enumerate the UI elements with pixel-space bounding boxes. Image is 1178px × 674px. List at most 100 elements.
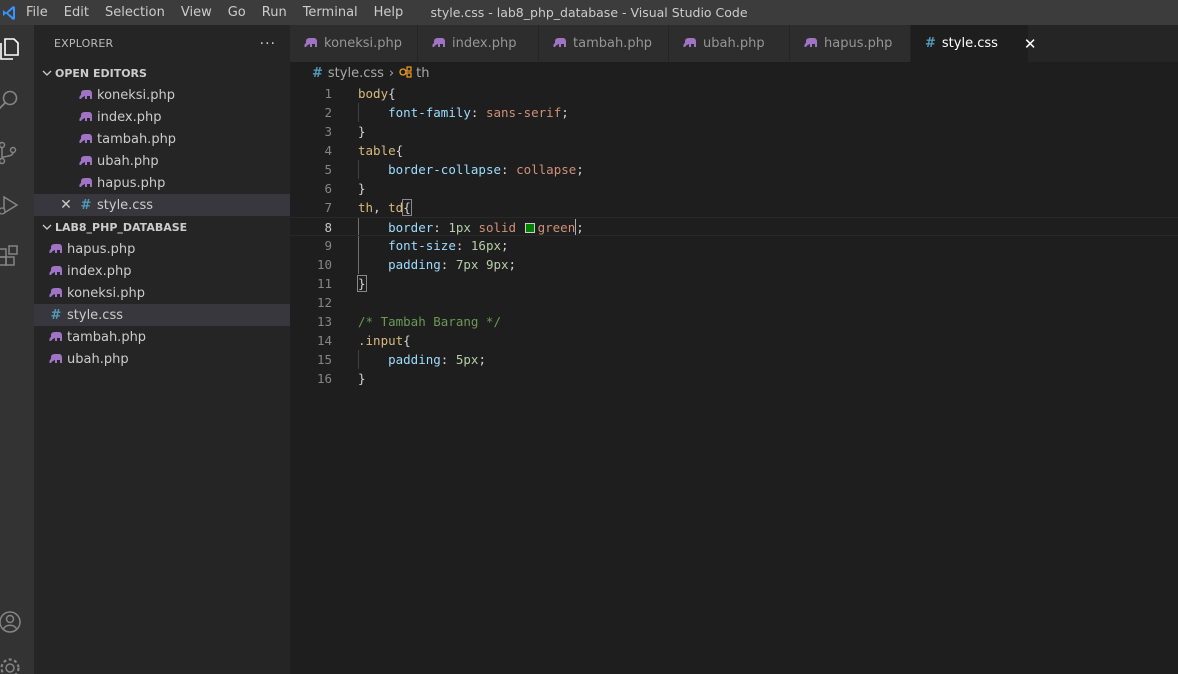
file-label: index.php xyxy=(67,263,132,279)
chevron-down-icon xyxy=(40,222,54,232)
more-actions-icon[interactable]: ··· xyxy=(260,36,276,52)
open-editor-label: index.php xyxy=(97,109,162,125)
code-line: 13/* Tambah Barang */ xyxy=(316,314,501,329)
open-editor-label: style.css xyxy=(97,197,153,213)
open-editor-item[interactable]: index.php xyxy=(34,106,290,128)
file-label: ubah.php xyxy=(67,351,129,367)
code-editor[interactable]: 1 body{ 2 font-family: sans-serif; 3} 4 ta… xyxy=(290,84,1178,674)
file-item[interactable]: koneksi.php xyxy=(34,282,290,304)
symbol-class-icon xyxy=(399,65,413,81)
code-line: 5 border-collapse: collapse; xyxy=(324,162,584,177)
menu-terminal[interactable]: Terminal xyxy=(295,0,366,25)
file-label: hapus.php xyxy=(67,241,136,257)
code-line: 14 .input{ xyxy=(316,333,411,348)
text-cursor xyxy=(575,219,577,235)
php-elephant-icon xyxy=(48,263,64,279)
open-editor-label: koneksi.php xyxy=(97,87,176,103)
css-hash-icon: # xyxy=(925,36,936,51)
close-icon[interactable]: ✕ xyxy=(58,197,74,213)
tab-ubah[interactable]: ubah.php xyxy=(669,25,790,62)
php-elephant-icon xyxy=(804,38,818,49)
menu-bar: File Edit Selection View Go Run Terminal… xyxy=(18,0,411,25)
project-section[interactable]: LAB8_PHP_DATABASE xyxy=(34,216,290,238)
account-icon[interactable] xyxy=(0,598,34,646)
menu-help[interactable]: Help xyxy=(366,0,412,25)
tab-style-css[interactable]: # style.css ✕ xyxy=(911,25,1036,62)
tab-label: index.php xyxy=(452,36,517,51)
file-label: tambah.php xyxy=(67,329,147,345)
open-editor-item-active[interactable]: ✕ # style.css xyxy=(34,194,290,216)
css-hash-icon: # xyxy=(50,307,62,323)
code-line: 1 body{ xyxy=(324,86,396,101)
open-editor-item[interactable]: ubah.php xyxy=(34,150,290,172)
search-icon[interactable] xyxy=(0,77,34,125)
file-item[interactable]: ubah.php xyxy=(34,348,290,370)
file-label: style.css xyxy=(67,307,123,323)
breadcrumb-file[interactable]: style.css xyxy=(328,66,384,81)
run-debug-icon[interactable] xyxy=(0,181,34,229)
color-swatch-green[interactable] xyxy=(524,223,535,233)
vscode-logo-icon xyxy=(0,0,18,25)
php-elephant-icon xyxy=(432,38,446,49)
explorer-header: EXPLORER ··· xyxy=(34,25,290,62)
menu-file[interactable]: File xyxy=(18,0,56,25)
code-line: 11} xyxy=(316,275,367,292)
extensions-icon[interactable] xyxy=(0,233,34,281)
file-item[interactable]: hapus.php xyxy=(34,238,290,260)
open-editor-label: hapus.php xyxy=(97,175,166,191)
breadcrumb-symbol[interactable]: th xyxy=(416,66,429,81)
php-elephant-icon xyxy=(48,241,64,257)
open-editor-item[interactable]: tambah.php xyxy=(34,128,290,150)
menu-run[interactable]: Run xyxy=(254,0,295,25)
php-elephant-icon xyxy=(78,153,94,169)
tab-index[interactable]: index.php xyxy=(418,25,539,62)
open-editor-label: ubah.php xyxy=(97,153,159,169)
code-line: 12 xyxy=(316,295,332,310)
tab-hapus[interactable]: hapus.php xyxy=(790,25,911,62)
php-elephant-icon xyxy=(78,109,94,125)
explorer-title: EXPLORER xyxy=(54,37,114,50)
activity-bar xyxy=(0,25,34,674)
php-elephant-icon xyxy=(78,131,94,147)
php-elephant-icon xyxy=(78,175,94,191)
code-line: 9 font-size: 16px; xyxy=(324,238,509,253)
php-elephant-icon xyxy=(48,285,64,301)
files-icon[interactable] xyxy=(0,25,34,73)
settings-gear-icon[interactable] xyxy=(0,647,34,674)
php-elephant-icon xyxy=(683,38,697,49)
tab-label: koneksi.php xyxy=(324,36,403,51)
source-control-icon[interactable] xyxy=(0,129,34,177)
explorer-sidebar: EXPLORER ··· OPEN EDITORS koneksi.php in… xyxy=(34,25,290,674)
breadcrumb: # style.css › th xyxy=(290,62,1178,84)
code-line: 10 padding: 7px 9px; xyxy=(316,257,517,272)
tab-label: hapus.php xyxy=(824,36,893,51)
open-editor-item[interactable]: koneksi.php xyxy=(34,84,290,106)
file-item[interactable]: tambah.php xyxy=(34,326,290,348)
code-line: 7 th, td{ xyxy=(324,199,412,216)
file-item[interactable]: index.php xyxy=(34,260,290,282)
menu-view[interactable]: View xyxy=(173,0,220,25)
title-bar: File Edit Selection View Go Run Terminal… xyxy=(0,0,1178,25)
menu-go[interactable]: Go xyxy=(220,0,254,25)
code-line: 3} xyxy=(324,124,366,139)
menu-edit[interactable]: Edit xyxy=(56,0,97,25)
php-elephant-icon xyxy=(48,329,64,345)
code-line: 15 padding: 5px; xyxy=(316,352,486,367)
open-editor-item[interactable]: hapus.php xyxy=(34,172,290,194)
code-line: 4 table{ xyxy=(324,143,404,158)
file-label: koneksi.php xyxy=(67,285,146,301)
menu-selection[interactable]: Selection xyxy=(97,0,173,25)
close-tab-icon[interactable]: ✕ xyxy=(1024,35,1037,53)
tab-tambah[interactable]: tambah.php xyxy=(539,25,669,62)
code-line: 6} xyxy=(324,181,366,196)
open-editor-label: tambah.php xyxy=(97,131,177,147)
css-hash-icon: # xyxy=(80,197,92,213)
php-elephant-icon xyxy=(304,38,318,49)
code-line: 2 font-family: sans-serif; xyxy=(324,105,569,120)
editor-tabs: koneksi.php index.php tambah.php ubah.ph… xyxy=(290,25,1178,62)
tab-koneksi[interactable]: koneksi.php xyxy=(290,25,418,62)
chevron-right-icon: › xyxy=(388,65,395,81)
open-editors-section[interactable]: OPEN EDITORS xyxy=(34,62,290,84)
tab-label: tambah.php xyxy=(573,36,653,51)
file-item-selected[interactable]: # style.css xyxy=(34,304,290,326)
